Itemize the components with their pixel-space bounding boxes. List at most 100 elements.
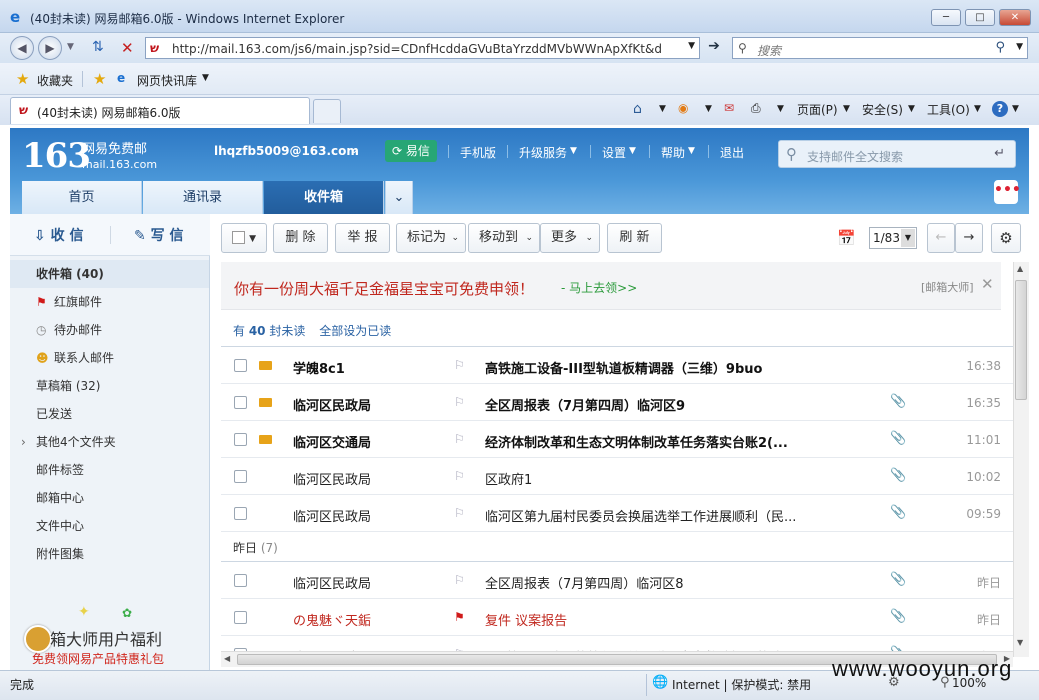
tab-inbox[interactable]: 收件箱 <box>264 181 384 214</box>
row-checkbox[interactable] <box>234 433 247 446</box>
help-chevron-down-icon[interactable]: ▼ <box>688 146 695 156</box>
safety-dropdown-icon[interactable]: ▼ <box>908 104 915 114</box>
safety-menu[interactable]: 安全(S) <box>862 101 903 118</box>
sidebar-item-drafts[interactable]: 草稿箱 (32) <box>10 372 209 400</box>
receive-button[interactable]: ⇩ 收 信 <box>34 225 83 245</box>
search-icon[interactable]: ⚲ <box>995 40 1005 55</box>
print-icon[interactable]: ⎙ <box>751 101 761 116</box>
scroll-down-icon[interactable]: ▼ <box>1017 638 1023 647</box>
group-header-yesterday[interactable]: 昨日 (7) <box>221 534 1013 562</box>
sidebar-item-red-flag[interactable]: ⚑ 红旗邮件 <box>10 288 209 316</box>
flag-icon[interactable]: ⚐ <box>454 395 465 409</box>
mobile-version-link[interactable]: 手机版 <box>460 144 496 161</box>
home-icon[interactable]: ⌂ <box>633 101 642 117</box>
enter-icon[interactable]: ↵ <box>994 146 1005 161</box>
sidebar-item-labels[interactable]: 邮件标签 <box>10 456 209 484</box>
add-favorite-icon[interactable]: ★ <box>93 70 106 88</box>
history-dropdown-icon[interactable]: ▼ <box>67 42 74 52</box>
more-button[interactable]: 更多 ⌄ <box>540 223 600 253</box>
compose-button[interactable]: ✎ 写 信 <box>134 225 183 245</box>
logout-link[interactable]: 退出 <box>720 144 744 161</box>
print-dropdown-icon[interactable]: ▼ <box>777 104 784 114</box>
upgrade-service-link[interactable]: 升级服务 <box>519 144 567 161</box>
flag-icon[interactable]: ⚐ <box>454 358 465 372</box>
next-page-button[interactable]: → <box>955 223 983 253</box>
sidebar-item-attachments[interactable]: 附件图集 <box>10 540 209 568</box>
message-row[interactable]: 临河区民政局 ⚐ 全区周报表（7月第四周）临河区9 📎 16:35 <box>221 384 1013 421</box>
tab-home[interactable]: 首页 <box>22 181 142 214</box>
close-window-button[interactable]: ✕ <box>999 9 1031 26</box>
calendar-icon[interactable]: 📅 <box>837 229 856 247</box>
help-link[interactable]: 帮助 <box>661 144 685 161</box>
quicklinks-dropdown-icon[interactable]: ▼ <box>202 73 209 83</box>
ad-text[interactable]: 你有一份周大福千足金福星宝宝可免费申领！ <box>234 278 534 299</box>
new-tab-button[interactable] <box>313 99 341 123</box>
message-row[interactable]: 学魄8c1 ⚐ 高铁施工设备-III型轨道板精调器（三维）9buo 16:38 <box>221 347 1013 384</box>
promo-banner[interactable]: ✦ ✿ 箱大师用户福利 免费领网易产品特惠礼包 <box>22 604 207 670</box>
flag-icon[interactable]: ⚐ <box>454 573 465 587</box>
rss-feed-icon[interactable]: ◉ <box>678 101 688 115</box>
scroll-left-icon[interactable]: ◀ <box>224 654 230 663</box>
settings-gear-icon[interactable]: ⚙ <box>991 223 1021 253</box>
row-checkbox[interactable] <box>234 396 247 409</box>
flag-icon[interactable]: ⚐ <box>454 506 465 520</box>
sidebar-item-todo[interactable]: ◷ 待办邮件 <box>10 316 209 344</box>
mail-search-box[interactable]: ⚲ 支持邮件全文搜索 ↵ <box>778 140 1016 168</box>
logo-163[interactable]: 163 <box>22 136 91 176</box>
report-button[interactable]: 举 报 <box>335 223 390 253</box>
vertical-scrollbar-thumb[interactable] <box>1015 280 1027 400</box>
maximize-button[interactable]: □ <box>965 9 995 26</box>
page-select[interactable]: 1/83 ▼ <box>869 227 917 249</box>
sidebar-item-sent[interactable]: 已发送 <box>10 400 209 428</box>
sidebar-item-mail-center[interactable]: 邮箱中心 <box>10 484 209 512</box>
address-dropdown-icon[interactable]: ▼ <box>688 41 695 51</box>
minimize-button[interactable]: ─ <box>931 9 961 26</box>
tab-more-chevron-down-icon[interactable]: ⌄ <box>385 181 413 214</box>
page-menu[interactable]: 页面(P) <box>797 101 838 118</box>
mark-all-read-link[interactable]: 全部设为已读 <box>319 324 391 338</box>
red-flag-icon[interactable]: ⚑ <box>454 610 465 624</box>
message-row[interactable]: 临河区民政局 ⚐ 区政府1 📎 10:02 <box>221 458 1013 495</box>
flag-icon[interactable]: ⚐ <box>454 469 465 483</box>
move-to-button[interactable]: 移动到 ⌄ <box>468 223 540 253</box>
refresh-button[interactable]: 刷 新 <box>607 223 662 253</box>
scroll-up-icon[interactable]: ▲ <box>1017 264 1023 273</box>
home-dropdown-icon[interactable]: ▼ <box>659 104 666 114</box>
page-dropdown-icon[interactable]: ▼ <box>843 104 850 114</box>
close-icon[interactable]: ✕ <box>981 275 994 293</box>
message-row[interactable]: 临河区交通局 ⚐ 经济体制改革和生态文明体制改革任务落实台账2(... 📎 11… <box>221 421 1013 458</box>
refresh-icon[interactable]: ⇅ <box>92 39 104 55</box>
tools-menu[interactable]: 工具(O) <box>927 101 970 118</box>
address-url[interactable]: http://mail.163.com/js6/main.jsp?sid=CDn… <box>172 42 662 56</box>
help-dropdown-icon[interactable]: ▼ <box>1012 104 1019 114</box>
search-dropdown-icon[interactable]: ▼ <box>1016 42 1023 52</box>
ad-link[interactable]: - 马上去领>> <box>561 279 637 296</box>
sidebar-item-contacts-mail[interactable]: ☻ 联系人邮件 <box>10 344 209 372</box>
security-zone[interactable]: Internet | 保护模式: 禁用 <box>672 676 811 693</box>
user-email[interactable]: lhqzfb5009@163.com <box>214 144 359 158</box>
forward-button[interactable]: ▶ <box>38 36 62 60</box>
sidebar-item-other-folders[interactable]: › 其他4个文件夹 <box>10 428 209 456</box>
row-checkbox[interactable] <box>234 611 247 624</box>
select-all-checkbox[interactable]: ▼ <box>221 223 267 253</box>
flag-icon[interactable]: ⚐ <box>454 432 465 446</box>
address-bar[interactable]: ש http://mail.163.com/js6/main.jsp?sid=C… <box>145 37 700 59</box>
row-checkbox[interactable] <box>234 507 247 520</box>
favorites-button[interactable]: 收藏夹 <box>37 72 73 89</box>
mark-as-button[interactable]: 标记为 ⌄ <box>396 223 466 253</box>
sidebar-item-file-center[interactable]: 文件中心 <box>10 512 209 540</box>
yixin-button[interactable]: ⟳ 易信 <box>385 140 437 162</box>
delete-button[interactable]: 删 除 <box>273 223 328 253</box>
settings-link[interactable]: 设置 <box>602 144 626 161</box>
row-checkbox[interactable] <box>234 470 247 483</box>
stop-icon[interactable]: ✕ <box>121 39 134 57</box>
browser-tab-active[interactable]: ש (40封未读) 网易邮箱6.0版 <box>10 97 310 124</box>
help-icon[interactable]: ? <box>992 101 1008 117</box>
more-options-icon[interactable]: ••• <box>994 180 1021 204</box>
prev-page-button[interactable]: ← <box>927 223 955 253</box>
mail-icon[interactable]: ✉ <box>724 101 734 115</box>
upgrade-chevron-down-icon[interactable]: ▼ <box>570 146 577 156</box>
browser-search-box[interactable]: ⚲ 搜索 ⚲ ▼ <box>732 37 1028 59</box>
back-button[interactable]: ◀ <box>10 36 34 60</box>
go-arrow-icon[interactable]: ➔ <box>704 38 724 58</box>
